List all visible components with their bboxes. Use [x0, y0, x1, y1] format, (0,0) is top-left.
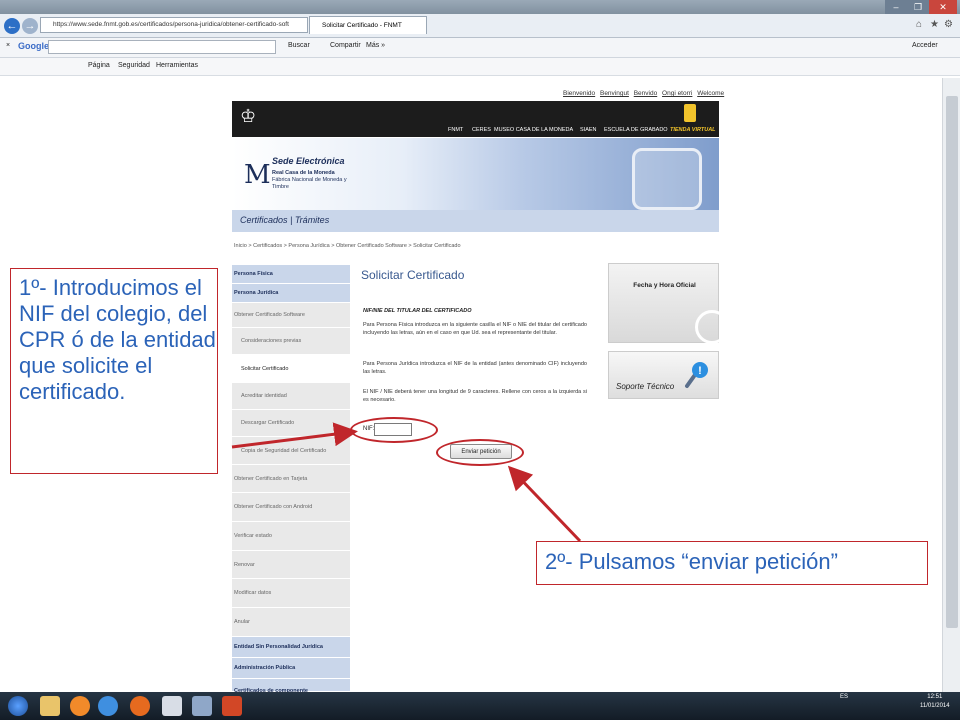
arrow-to-nif [231, 422, 358, 449]
powerpoint-icon[interactable] [222, 696, 242, 716]
document-icon[interactable] [162, 696, 182, 716]
arrow-to-button [507, 465, 582, 543]
annotation-arrows [231, 422, 582, 543]
clock-time-text: 12:51 [927, 694, 943, 700]
explorer-icon[interactable] [40, 696, 60, 716]
taskbar-clock[interactable]: 12:51 11/01/2014 [920, 693, 950, 711]
system-tray[interactable]: ES [840, 694, 848, 700]
firefox-icon[interactable] [130, 696, 150, 716]
internet-explorer-icon[interactable] [98, 696, 118, 716]
clock-date-text: 11/01/2014 [920, 703, 950, 709]
media-player-icon[interactable] [70, 696, 90, 716]
paint-icon[interactable] [192, 696, 212, 716]
start-button-icon[interactable] [8, 696, 28, 716]
windows-taskbar: ES 12:51 11/01/2014 [0, 692, 960, 720]
